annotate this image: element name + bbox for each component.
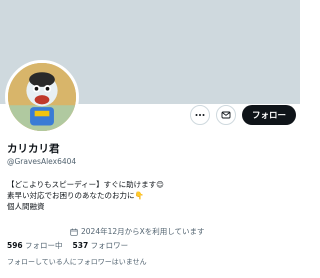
joined-text: 2024年12月からXを利用しています [81,227,205,236]
user-handle: @GravesAlex6404 [7,157,77,166]
more-button[interactable] [189,105,210,125]
display-name: カリカリ君 [7,143,60,155]
message-icon [221,111,231,119]
following-link[interactable]: 596 フォロー中 [7,240,63,251]
follow-button[interactable]: フォロー [241,105,296,125]
following-count: 596 [7,241,23,250]
bio-line: 個人間融資 [7,202,45,211]
message-button[interactable] [215,105,236,125]
bio-line: 素早い対応でお困りのあなたのお力に👇 [7,191,144,200]
profile-actions: フォロー [189,104,296,126]
avatar[interactable] [5,60,79,134]
joined-date: 2024年12月からXを利用しています [70,226,205,237]
profile-bio: 【どこよりもスピーディー】すぐに助けます😊 素早い対応でお困りのあなたのお力に👇… [7,179,164,212]
followers-count: 537 [72,241,89,250]
followers-label: フォロワー [90,241,129,250]
bio-line: 【どこよりもスピーディー】すぐに助けます😊 [7,180,164,189]
followers-link[interactable]: 537 フォロワー [73,240,129,251]
calendar-icon [70,228,78,236]
avatar-image [8,63,76,131]
profile-stats: 596 フォロー中 537 フォロワー [7,240,128,251]
more-icon [195,114,205,116]
mutual-followers-note: フォローしている人にフォロワーはいません [7,258,147,266]
following-label: フォロー中 [25,241,63,250]
